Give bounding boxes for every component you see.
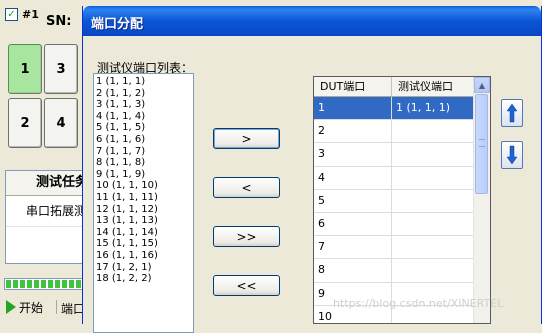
tester-port-cell	[392, 143, 474, 166]
watermark-text: https://blog.csdn.net/XINERTEL	[333, 297, 504, 310]
dut-port-cell: 7	[314, 236, 392, 259]
sn-label: SN:	[46, 14, 72, 29]
table-row[interactable]: 6	[314, 212, 490, 237]
dut-port-cell: 8	[314, 259, 392, 282]
station-number: #1	[22, 8, 39, 21]
start-label: 开始	[19, 300, 44, 315]
arrow-up-icon	[506, 103, 518, 123]
tester-port-item[interactable]: 9 (1, 1, 9)	[96, 169, 191, 181]
dut-port-cell: 5	[314, 189, 392, 212]
tester-port-item[interactable]: 5 (1, 1, 5)	[96, 122, 191, 134]
tester-port-cell	[392, 120, 474, 143]
station-checkbox[interactable]: ✓	[5, 8, 18, 21]
move-all-left-button[interactable]: <<	[213, 275, 280, 296]
port-button-3[interactable]: 3	[44, 44, 78, 94]
tester-port-item[interactable]: 15 (1, 1, 15)	[96, 238, 191, 250]
tester-port-cell	[392, 189, 474, 212]
tester-port-item[interactable]: 16 (1, 1, 16)	[96, 250, 191, 262]
table-row[interactable]: 8	[314, 259, 490, 283]
tester-port-cell	[392, 166, 474, 189]
move-all-right-button[interactable]: >>	[213, 226, 280, 247]
tester-port-item[interactable]: 1 (1, 1, 1)	[96, 76, 191, 88]
tester-port-item[interactable]: 4 (1, 1, 4)	[96, 111, 191, 123]
table-row[interactable]: 2	[314, 120, 490, 144]
move-left-button[interactable]: <	[213, 177, 280, 198]
dialog-title: 端口分配	[91, 17, 144, 32]
table-row[interactable]: 4	[314, 166, 490, 190]
tester-port-item[interactable]: 12 (1, 1, 12)	[96, 204, 191, 216]
move-right-button[interactable]: >	[213, 128, 280, 149]
table-body: 11 (1, 1, 1) 2 3 4 5 6 7 8 9 10	[314, 97, 490, 323]
dut-port-table: DUT端口 测试仪端口 11 (1, 1, 1) 2 3 4 5 6 7 8 9 10 ▲	[313, 76, 491, 324]
tester-port-cell	[392, 236, 474, 259]
tester-port-item[interactable]: 17 (1, 2, 1)	[96, 262, 191, 274]
tester-port-list[interactable]: 1 (1, 1, 1) 2 (1, 1, 2) 3 (1, 1, 3) 4 (1, 1…	[93, 73, 194, 333]
scroll-thumb[interactable]	[475, 94, 488, 194]
tester-port-item[interactable]: 18 (1, 2, 2)	[96, 273, 191, 285]
table-scrollbar[interactable]: ▲	[473, 77, 490, 323]
port-button-2[interactable]: 2	[8, 98, 42, 148]
tester-port-item[interactable]: 11 (1, 1, 11)	[96, 192, 191, 204]
column-header-dut[interactable]: DUT端口	[314, 77, 392, 96]
play-icon	[6, 300, 16, 314]
port-button-4[interactable]: 4	[44, 98, 78, 148]
scroll-up-arrow-icon[interactable]: ▲	[474, 77, 490, 93]
tester-port-cell	[392, 259, 474, 282]
dut-port-cell: 4	[314, 166, 392, 189]
arrow-down-icon	[506, 145, 518, 165]
port-tab-label[interactable]: 端口	[56, 300, 85, 316]
tester-port-item[interactable]: 7 (1, 1, 7)	[96, 146, 191, 158]
start-button[interactable]: 开始	[6, 296, 43, 318]
tester-port-item[interactable]: 14 (1, 1, 14)	[96, 227, 191, 239]
move-down-button[interactable]	[501, 141, 523, 169]
move-up-button[interactable]	[501, 99, 523, 127]
tester-port-cell: 1 (1, 1, 1)	[392, 97, 474, 120]
dut-port-cell: 2	[314, 120, 392, 143]
tester-port-item[interactable]: 10 (1, 1, 10)	[96, 180, 191, 192]
table-row[interactable]: 3	[314, 143, 490, 167]
port-button-1[interactable]: 1	[8, 44, 42, 94]
port-assign-dialog: 端口分配 测试仪端口列表： 1 (1, 1, 1) 2 (1, 1, 2) 3 (1…	[82, 6, 542, 333]
table-row[interactable]: 5	[314, 189, 490, 213]
dialog-titlebar[interactable]: 端口分配	[83, 6, 541, 36]
dut-port-cell: 1	[314, 97, 392, 120]
table-row[interactable]: 11 (1, 1, 1)	[314, 97, 490, 121]
dut-port-cell: 6	[314, 212, 392, 236]
dialog-body: 测试仪端口列表： 1 (1, 1, 1) 2 (1, 1, 2) 3 (1, 1, …	[83, 36, 541, 333]
tester-port-item[interactable]: 13 (1, 1, 13)	[96, 215, 191, 227]
tester-port-cell	[392, 212, 474, 236]
tester-port-item[interactable]: 8 (1, 1, 8)	[96, 157, 191, 169]
dut-port-cell: 3	[314, 143, 392, 166]
table-header: DUT端口 测试仪端口	[314, 77, 490, 97]
tester-port-item[interactable]: 6 (1, 1, 6)	[96, 134, 191, 146]
column-header-tester[interactable]: 测试仪端口	[392, 77, 474, 96]
tester-port-item[interactable]: 3 (1, 1, 3)	[96, 99, 191, 111]
table-row[interactable]: 7	[314, 236, 490, 260]
tester-port-item[interactable]: 2 (1, 1, 2)	[96, 88, 191, 100]
